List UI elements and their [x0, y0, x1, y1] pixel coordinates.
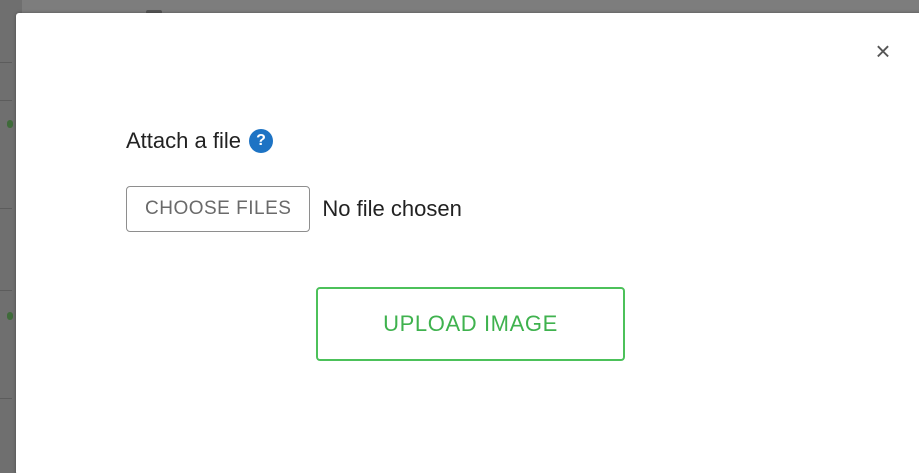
file-input-row: CHOOSE FILES No file chosen [126, 185, 462, 233]
backdrop-divider [0, 100, 12, 101]
backdrop-divider [0, 62, 12, 63]
backdrop-marker [7, 120, 13, 128]
choose-files-button[interactable]: CHOOSE FILES [126, 186, 311, 232]
close-icon[interactable]: × [870, 38, 896, 64]
backdrop-divider [0, 290, 12, 291]
upload-modal: × Attach a file ? CHOOSE FILES No file c… [16, 13, 919, 473]
help-icon[interactable]: ? [248, 129, 273, 153]
backdrop-marker [7, 312, 13, 320]
upload-image-button[interactable]: UPLOAD IMAGE [316, 287, 625, 361]
backdrop-divider [0, 398, 12, 399]
backdrop-divider [0, 208, 12, 209]
attach-file-label: Attach a file [126, 128, 241, 153]
file-status-text: No file chosen [322, 196, 462, 221]
attach-label-row: Attach a file ? [126, 125, 273, 157]
